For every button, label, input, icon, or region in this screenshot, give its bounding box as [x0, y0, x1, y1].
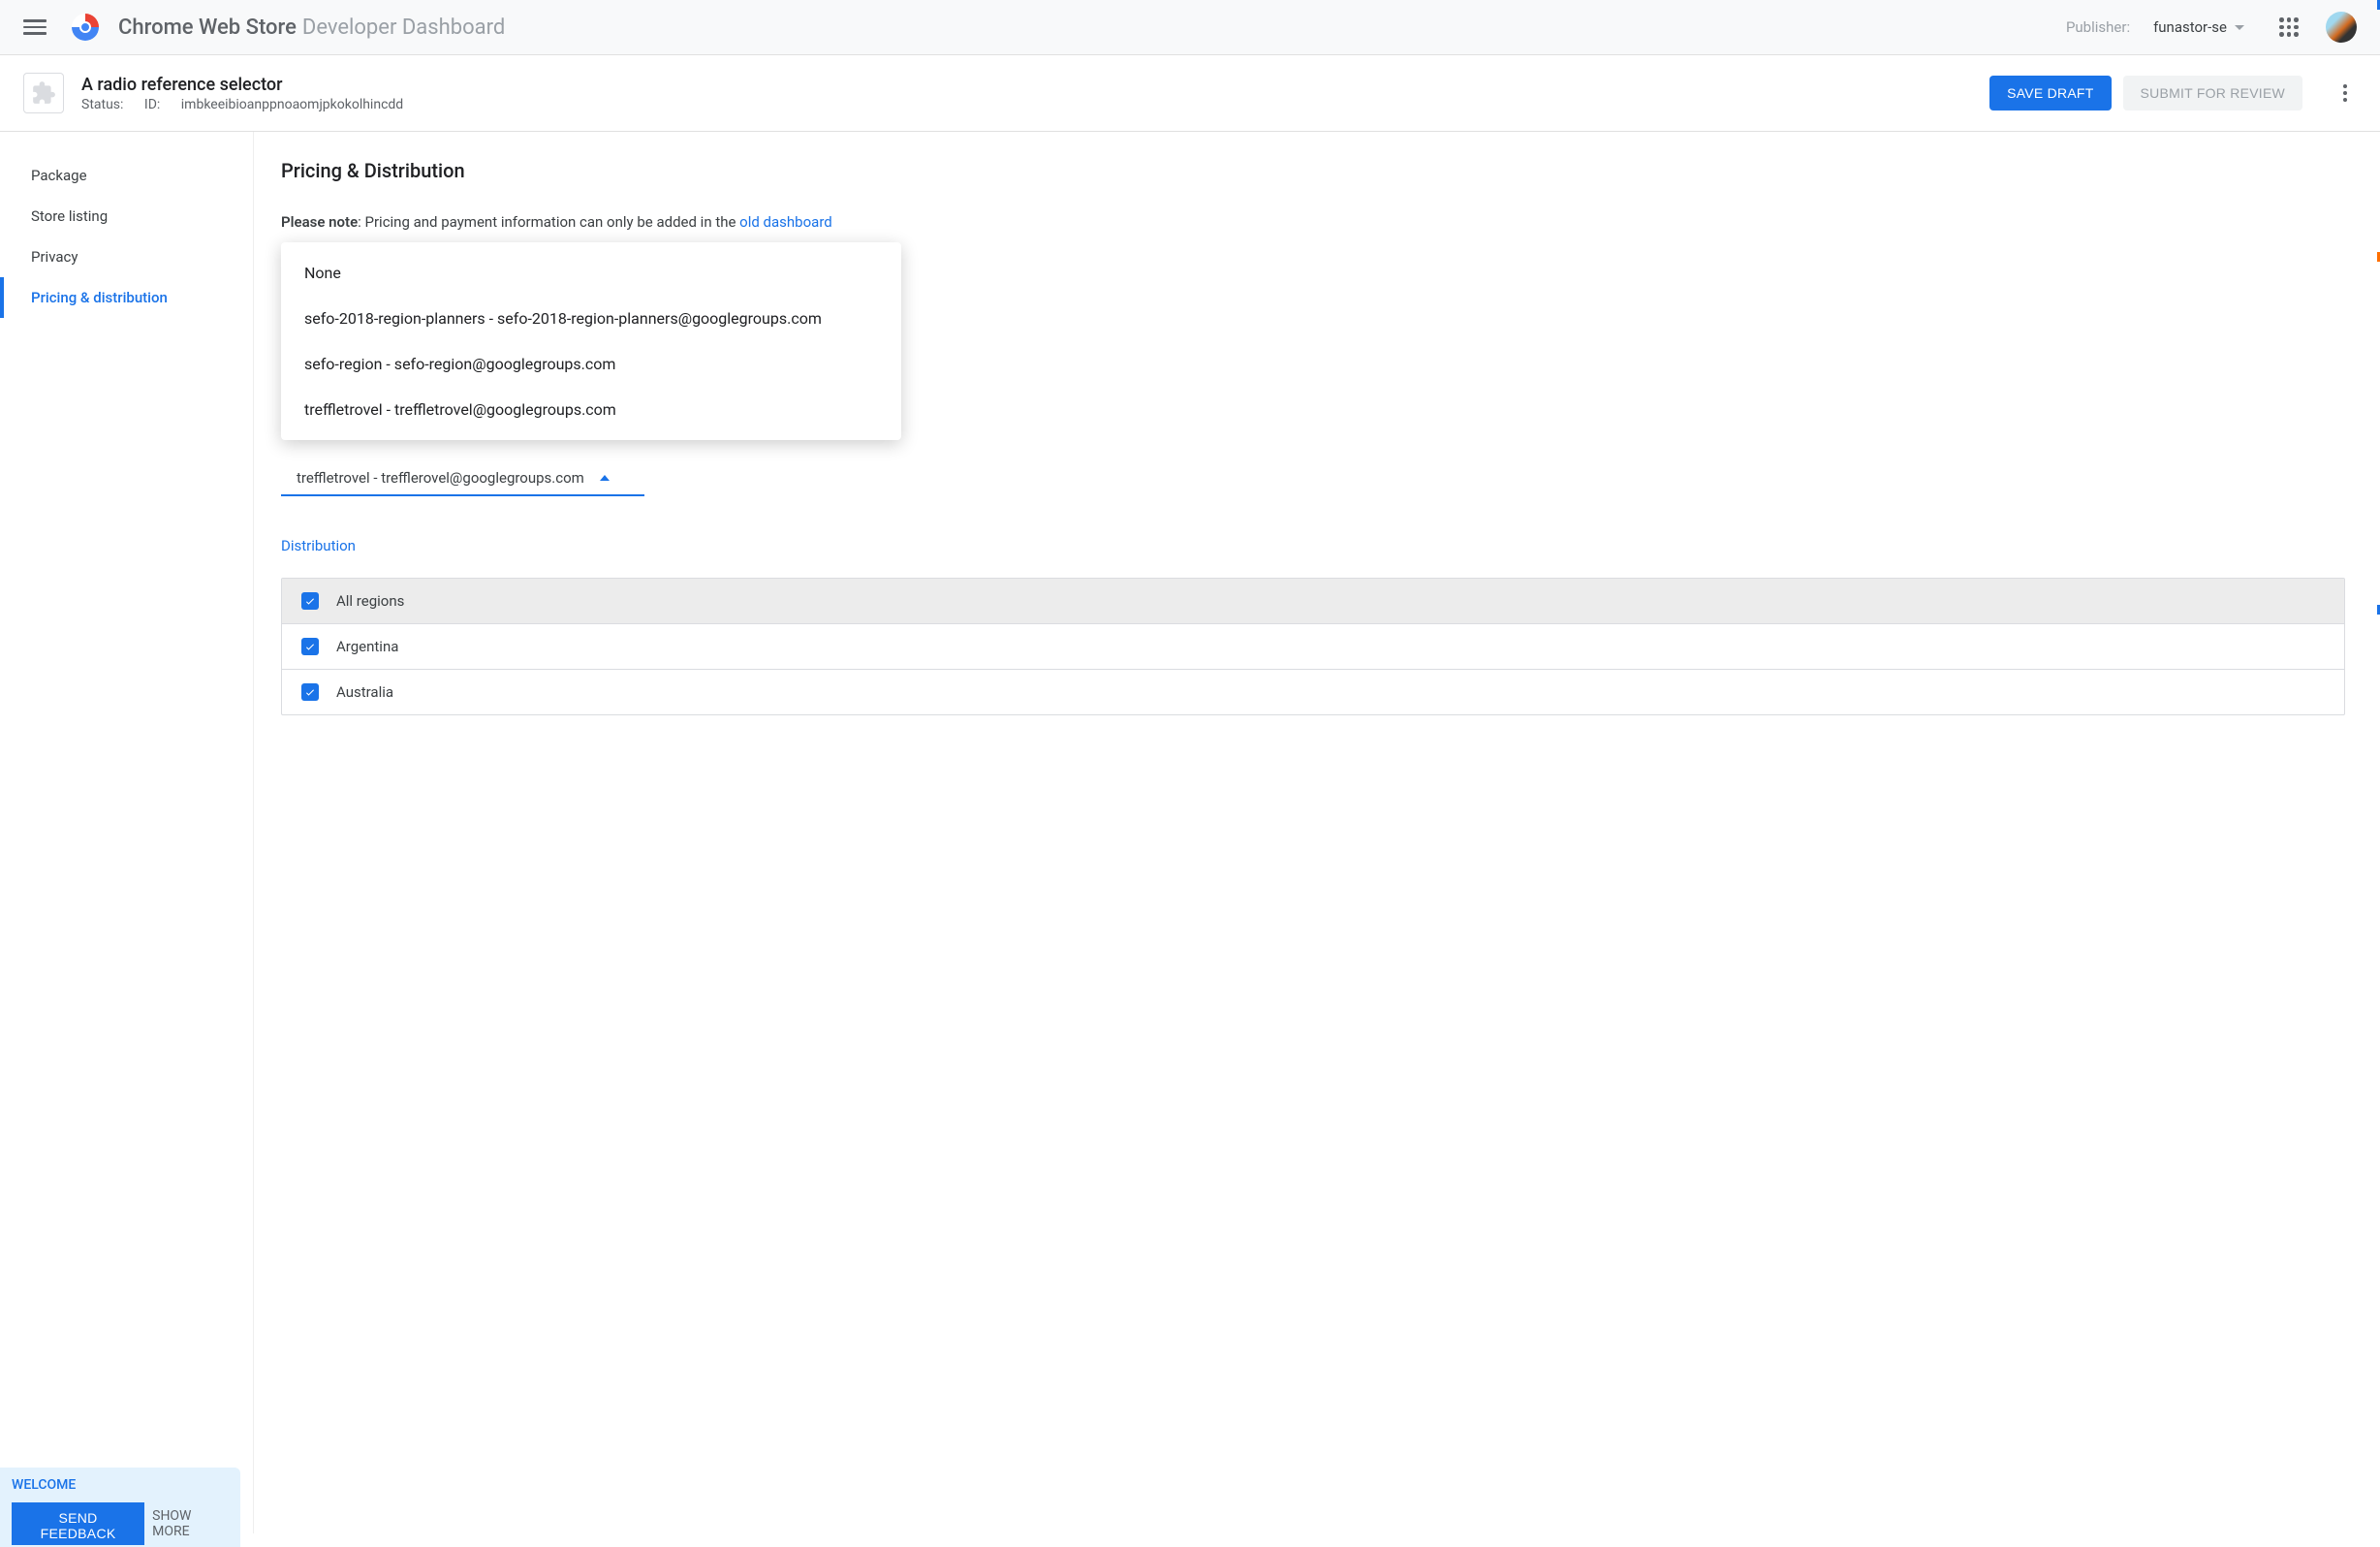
- distribution-section: Distribution All regions Argentina Austr…: [281, 537, 2345, 715]
- pricing-note: Please note: Pricing and payment informa…: [281, 213, 2345, 231]
- app-subtitle: Developer Dashboard: [302, 16, 505, 40]
- dropdown-option-2[interactable]: sefo-region - sefo-region@googlegroups.c…: [281, 341, 901, 387]
- group-select-wrap: None sefo-2018-region-planners - sefo-20…: [281, 461, 2345, 496]
- dropdown-option-1[interactable]: sefo-2018-region-planners - sefo-2018-re…: [281, 296, 901, 341]
- body: Package Store listing Privacy Pricing & …: [0, 132, 2380, 1533]
- content: Pricing & Distribution Please note: Pric…: [254, 132, 2380, 1533]
- region-label: Australia: [336, 683, 393, 701]
- region-label: All regions: [336, 592, 404, 610]
- app-title: Chrome Web Store: [118, 16, 297, 40]
- region-table: All regions Argentina Australia: [281, 578, 2345, 715]
- region-row-argentina[interactable]: Argentina: [282, 623, 2344, 669]
- item-name: A radio reference selector: [81, 75, 421, 95]
- item-id-value: imbkeeibioanppnoaomjpkokolhincdd: [181, 97, 403, 112]
- feedback-widget: WELCOME SEND FEEDBACK SHOW MORE: [0, 1468, 240, 1547]
- dropdown-option-none[interactable]: None: [281, 250, 901, 296]
- item-id-label: ID:: [144, 97, 160, 112]
- sidebar-item-pricing[interactable]: Pricing & distribution: [0, 277, 253, 318]
- region-label: Argentina: [336, 638, 398, 655]
- sidebar-item-store-listing[interactable]: Store listing: [0, 196, 253, 237]
- menu-icon[interactable]: [23, 16, 47, 39]
- apps-grid-icon[interactable]: [2279, 17, 2299, 37]
- chevron-up-icon: [600, 475, 610, 481]
- sidebar-item-package[interactable]: Package: [0, 155, 253, 196]
- show-more-link[interactable]: SHOW MORE: [152, 1508, 229, 1539]
- old-dashboard-link[interactable]: old dashboard: [739, 213, 832, 231]
- item-status-label: Status:: [81, 97, 123, 112]
- group-dropdown-panel: None sefo-2018-region-planners - sefo-20…: [281, 242, 901, 440]
- region-row-australia[interactable]: Australia: [282, 669, 2344, 714]
- chevron-down-icon: [2235, 25, 2244, 30]
- sidebar-item-privacy[interactable]: Privacy: [0, 237, 253, 277]
- submit-for-review-button[interactable]: SUBMIT FOR REVIEW: [2123, 76, 2302, 110]
- note-rest: : Pricing and payment information can on…: [358, 213, 739, 231]
- extension-puzzle-icon: [23, 73, 64, 113]
- note-bold: Please note: [281, 213, 358, 231]
- publisher-selector[interactable]: funastor-se: [2153, 18, 2244, 36]
- publisher-value: funastor-se: [2153, 18, 2227, 36]
- save-draft-button[interactable]: SAVE DRAFT: [1989, 76, 2111, 110]
- distribution-label: Distribution: [281, 537, 2345, 554]
- feedback-title: WELCOME: [12, 1477, 229, 1493]
- item-meta: A radio reference selector Status: ID: i…: [81, 75, 421, 112]
- more-vert-icon[interactable]: [2333, 84, 2357, 102]
- group-select[interactable]: treffletrovel - trefflerovel@googlegroup…: [281, 461, 644, 496]
- chrome-logo: [70, 12, 101, 43]
- avatar[interactable]: [2326, 12, 2357, 43]
- region-row-all[interactable]: All regions: [282, 579, 2344, 623]
- item-sub: Status: ID: imbkeeibioanppnoaomjpkokolhi…: [81, 97, 421, 112]
- page-title: Pricing & Distribution: [281, 159, 2345, 182]
- item-bar: A radio reference selector Status: ID: i…: [0, 55, 2380, 132]
- publisher-label: Publisher:: [2066, 18, 2130, 36]
- region-checkbox-all[interactable]: [301, 592, 319, 610]
- region-checkbox-australia[interactable]: [301, 683, 319, 701]
- region-checkbox-argentina[interactable]: [301, 638, 319, 655]
- app-header: Chrome Web Store Developer Dashboard Pub…: [0, 0, 2380, 55]
- send-feedback-button[interactable]: SEND FEEDBACK: [12, 1502, 144, 1545]
- group-select-value: treffletrovel - trefflerovel@googlegroup…: [297, 469, 584, 487]
- dropdown-option-3[interactable]: treffletrovel - treffletrovel@googlegrou…: [281, 387, 901, 432]
- sidebar: Package Store listing Privacy Pricing & …: [0, 132, 254, 1533]
